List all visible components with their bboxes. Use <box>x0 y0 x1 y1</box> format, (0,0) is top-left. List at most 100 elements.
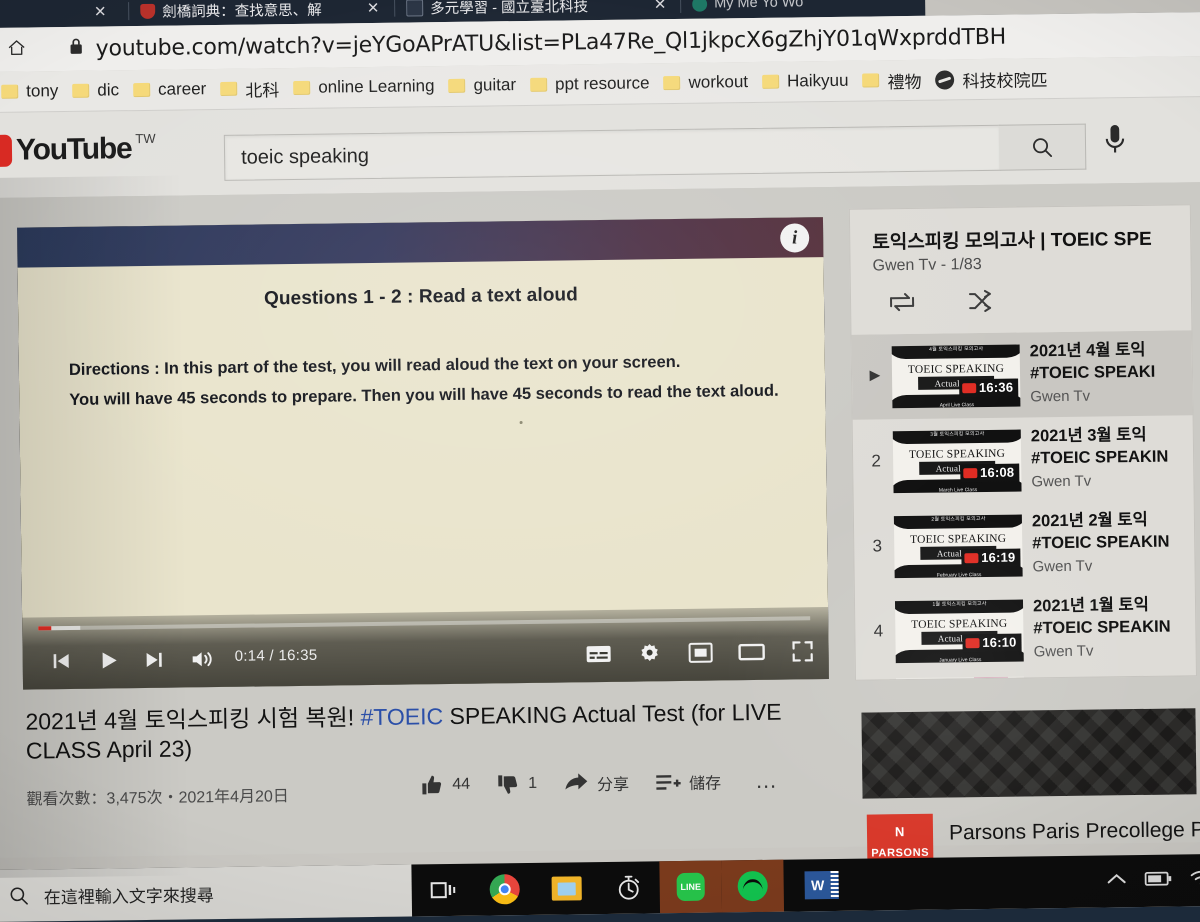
loop-button[interactable] <box>887 289 917 320</box>
miniplayer-button[interactable] <box>680 632 721 673</box>
theater-mode-icon <box>737 641 765 663</box>
more-actions-button[interactable]: … <box>755 768 779 794</box>
page-favicon <box>692 0 707 11</box>
search-button[interactable] <box>999 124 1087 171</box>
subtitles-button[interactable] <box>578 634 619 675</box>
video-title-hashtag[interactable]: #TOEIC <box>360 703 443 730</box>
shuffle-icon <box>967 288 997 314</box>
youtube-logo[interactable]: YouTube TW <box>0 133 156 167</box>
playlist-subtitle: Gwen Tv - 1/83 <box>872 256 981 275</box>
voice-search-button[interactable] <box>1100 121 1131 166</box>
tab-close-2[interactable]: ✕ <box>645 0 671 19</box>
playlist-item-channel[interactable]: Gwen Tv <box>1032 556 1196 575</box>
lock-icon[interactable] <box>69 37 84 61</box>
share-icon <box>563 771 589 795</box>
windows-taskbar: 在這裡輸入文字來搜尋 LINE W <box>0 854 1200 922</box>
slide-directions: Directions : In this part of the test, y… <box>69 346 780 415</box>
thumb-main-text: TOEIC SPEAKING <box>893 448 1021 462</box>
dislike-button[interactable]: 1 <box>496 772 537 797</box>
bookmark-online-learning[interactable]: online Learning <box>293 76 435 98</box>
thumb-top-text: 4월 토익스피킹 모의고사 <box>892 345 1021 354</box>
battery-button[interactable] <box>1144 869 1174 892</box>
search-icon <box>8 885 30 907</box>
video-player[interactable]: i Questions 1 - 2 : Read a text aloud Di… <box>17 217 829 690</box>
bookmark-gift[interactable]: 禮物 <box>862 67 921 93</box>
playlist-item-channel[interactable]: Gwen Tv <box>1034 641 1196 660</box>
video-title: 2021년 4월 토익스피킹 시험 복원! #TOEIC SPEAKING Ac… <box>25 698 786 766</box>
thumb-bottom-text: April Live Class <box>892 401 1021 408</box>
close-icon[interactable]: ✕ <box>94 2 107 20</box>
now-playing-icon: ▶ <box>864 366 886 383</box>
ad-advertiser-logo: N PARSONS <box>867 814 934 863</box>
next-button[interactable] <box>134 640 175 681</box>
bookmark-label: career <box>158 79 206 100</box>
thumb-bottom-text: March Live Class <box>893 486 1022 493</box>
thumbs-up-icon <box>420 773 444 797</box>
directions-line-1: : In this part of the test, you will rea… <box>149 353 680 378</box>
playlist-title[interactable]: 토익스피킹 모의고사 | TOEIC SPE <box>872 223 1200 254</box>
ad-logo-mark: N <box>895 824 905 839</box>
thumb-top-text: 1월 토익스피킹 모의고사 <box>895 600 1024 609</box>
playlist-item-channel[interactable]: Gwen Tv <box>1031 471 1196 490</box>
battery-icon <box>1144 869 1174 887</box>
ad-card[interactable]: N PARSONS Parsons Paris Precollege P <box>855 692 1197 846</box>
tab-close-1[interactable]: ✕ <box>358 0 384 23</box>
progress-bar[interactable] <box>38 616 810 630</box>
directions-label: Directions <box>69 360 150 379</box>
word-taskbar-button[interactable]: W <box>786 859 849 912</box>
playlist-item-3[interactable]: 3 2월 토익스피킹 모의고사 TOEIC SPEAKING Actual Te… <box>854 500 1195 589</box>
tab-close-0[interactable]: ✕ <box>84 0 112 27</box>
fullscreen-button[interactable] <box>782 631 823 672</box>
folder-icon <box>530 78 547 92</box>
bookmark-tony[interactable]: tony <box>1 81 58 102</box>
taskbar-search-box[interactable]: 在這裡輸入文字來搜尋 <box>0 865 412 922</box>
playlist-items[interactable]: ▶ 4월 토익스피킹 모의고사 TOEIC SPEAKING Actual Te… <box>851 330 1195 679</box>
video-duration: 16:36 <box>959 379 1018 398</box>
close-icon[interactable]: ✕ <box>367 0 380 17</box>
share-button[interactable]: 分享 <box>563 771 629 796</box>
like-button[interactable]: 44 <box>420 773 470 798</box>
bookmark-label: guitar <box>473 75 516 96</box>
bookmark-workout[interactable]: workout <box>663 72 748 93</box>
line-icon: LINE <box>677 873 705 901</box>
network-button[interactable] <box>1190 869 1200 892</box>
previous-button[interactable] <box>40 641 81 682</box>
play-button[interactable] <box>88 640 129 681</box>
stopwatch-taskbar-button[interactable] <box>597 861 660 914</box>
bookmark-dic[interactable]: dic <box>72 80 119 101</box>
theater-mode-button[interactable] <box>731 632 772 673</box>
home-icon[interactable] <box>7 37 27 62</box>
settings-button[interactable] <box>629 633 670 674</box>
volume-button[interactable] <box>182 639 223 680</box>
loop-icon <box>887 289 917 315</box>
line-taskbar-button[interactable]: LINE <box>659 860 722 913</box>
save-button[interactable]: 儲存 <box>655 769 721 794</box>
bookmark-career[interactable]: career <box>133 79 206 100</box>
shuffle-button[interactable] <box>967 288 997 319</box>
ad-title[interactable]: Parsons Paris Precollege P <box>949 818 1200 845</box>
playlist-item-2[interactable]: 2 3월 토익스피킹 모의고사 TOEIC SPEAKING Actual Te… <box>853 415 1194 504</box>
bookmark-tech-college[interactable]: 科技校院匹 <box>935 66 1047 92</box>
task-view-button[interactable] <box>411 864 474 917</box>
playlist-item-4[interactable]: 4 1월 토익스피킹 모의고사 TOEIC SPEAKING Actual Te… <box>855 585 1196 674</box>
tab-cambridge-dictionary[interactable]: 劍橋詞典：查找意思、解 <box>140 0 370 26</box>
spotify-taskbar-button[interactable] <box>721 860 784 913</box>
task-view-icon <box>430 878 456 902</box>
slide-title: Questions 1 - 2 : Read a text aloud <box>18 281 824 314</box>
bookmark-ppt-resource[interactable]: ppt resource <box>530 73 650 95</box>
address-bar-url[interactable]: youtube.com/watch?v=jeYGoAPrATU&list=PLa… <box>96 24 1007 61</box>
playlist-item-title-line1: 2021년 1월 토익 <box>1033 593 1196 617</box>
playlist-item-1[interactable]: ▶ 4월 토익스피킹 모의고사 TOEIC SPEAKING Actual Te… <box>851 330 1192 419</box>
bookmark-label: ppt resource <box>555 73 650 94</box>
file-explorer-taskbar-button[interactable] <box>535 862 598 915</box>
show-hidden-icons-button[interactable] <box>1106 871 1128 892</box>
chrome-taskbar-button[interactable] <box>473 863 536 916</box>
bookmark-beike[interactable]: 北科 <box>220 76 279 102</box>
ad-banner-image[interactable] <box>861 708 1196 798</box>
stopwatch-icon <box>616 874 642 902</box>
playlist-item-channel[interactable]: Gwen Tv <box>1030 386 1196 405</box>
bookmark-haikyuu[interactable]: Haikyuu <box>762 71 849 92</box>
bookmark-guitar[interactable]: guitar <box>448 75 516 96</box>
close-icon[interactable]: ✕ <box>654 0 667 13</box>
youtube-play-icon <box>0 135 12 168</box>
